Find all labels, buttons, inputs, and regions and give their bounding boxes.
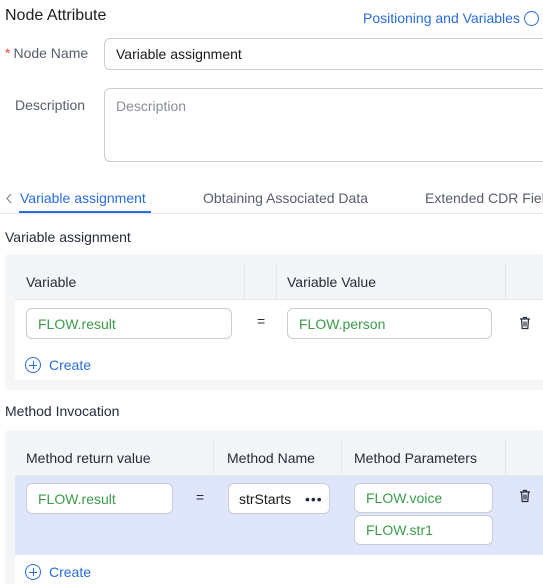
column-method-name: Method Name bbox=[227, 450, 315, 466]
variable-value-input[interactable]: FLOW.person bbox=[287, 308, 492, 339]
create-method-button[interactable]: Create bbox=[25, 564, 91, 580]
column-variable-value: Variable Value bbox=[287, 274, 376, 290]
positioning-variables-link[interactable]: Positioning and Variables bbox=[363, 10, 539, 26]
tab-obtaining-associated-data[interactable]: Obtaining Associated Data bbox=[203, 190, 368, 206]
method-parameter-input[interactable]: FLOW.voice bbox=[354, 483, 493, 513]
tab-active-indicator bbox=[19, 211, 151, 213]
description-label: Description bbox=[15, 97, 86, 113]
info-circle-icon bbox=[523, 11, 539, 26]
column-method-parameters: Method Parameters bbox=[354, 450, 477, 466]
more-icon[interactable]: ••• bbox=[305, 491, 323, 507]
positioning-variables-label: Positioning and Variables bbox=[363, 10, 520, 26]
column-method-return-value: Method return value bbox=[26, 450, 151, 466]
tab-variable-assignment[interactable]: Variable assignment bbox=[20, 190, 146, 206]
create-variable-label: Create bbox=[49, 357, 92, 373]
equals-operator: = bbox=[196, 489, 205, 505]
description-textarea[interactable]: Description bbox=[104, 88, 543, 162]
create-method-label: Create bbox=[49, 564, 92, 580]
tab-divider bbox=[0, 213, 543, 214]
method-return-value-input[interactable]: FLOW.result bbox=[26, 483, 173, 514]
method-invocation-panel: Method return value Method Name Method P… bbox=[5, 430, 543, 584]
trash-icon[interactable] bbox=[519, 316, 531, 330]
tab-extended-cdr-fields[interactable]: Extended CDR Fiel bbox=[425, 190, 543, 206]
variable-input[interactable]: FLOW.result bbox=[26, 308, 232, 339]
required-marker: * bbox=[5, 45, 11, 61]
method-name-value: strStarts bbox=[239, 490, 292, 507]
create-row bbox=[15, 555, 543, 584]
variable-assignment-heading: Variable assignment bbox=[5, 229, 131, 245]
node-name-input[interactable]: Variable assignment bbox=[104, 38, 543, 70]
equals-operator: = bbox=[257, 313, 266, 329]
variable-assignment-panel: Variable Variable Value FLOW.result = FL… bbox=[5, 254, 543, 390]
create-row bbox=[15, 347, 543, 380]
node-name-label: * Node Name bbox=[5, 45, 89, 61]
variable-table-header bbox=[15, 264, 543, 300]
method-invocation-heading: Method Invocation bbox=[5, 403, 120, 419]
panel-title: Node Attribute bbox=[5, 7, 107, 24]
method-name-select[interactable]: strStarts ••• bbox=[228, 483, 330, 514]
chevron-left-icon[interactable] bbox=[5, 193, 13, 204]
trash-icon[interactable] bbox=[519, 489, 531, 503]
method-parameter-input[interactable]: FLOW.str1 bbox=[354, 515, 493, 545]
column-variable: Variable bbox=[26, 274, 77, 290]
plus-circle-icon bbox=[25, 357, 41, 373]
plus-circle-icon bbox=[25, 564, 41, 580]
create-variable-button[interactable]: Create bbox=[25, 357, 91, 373]
